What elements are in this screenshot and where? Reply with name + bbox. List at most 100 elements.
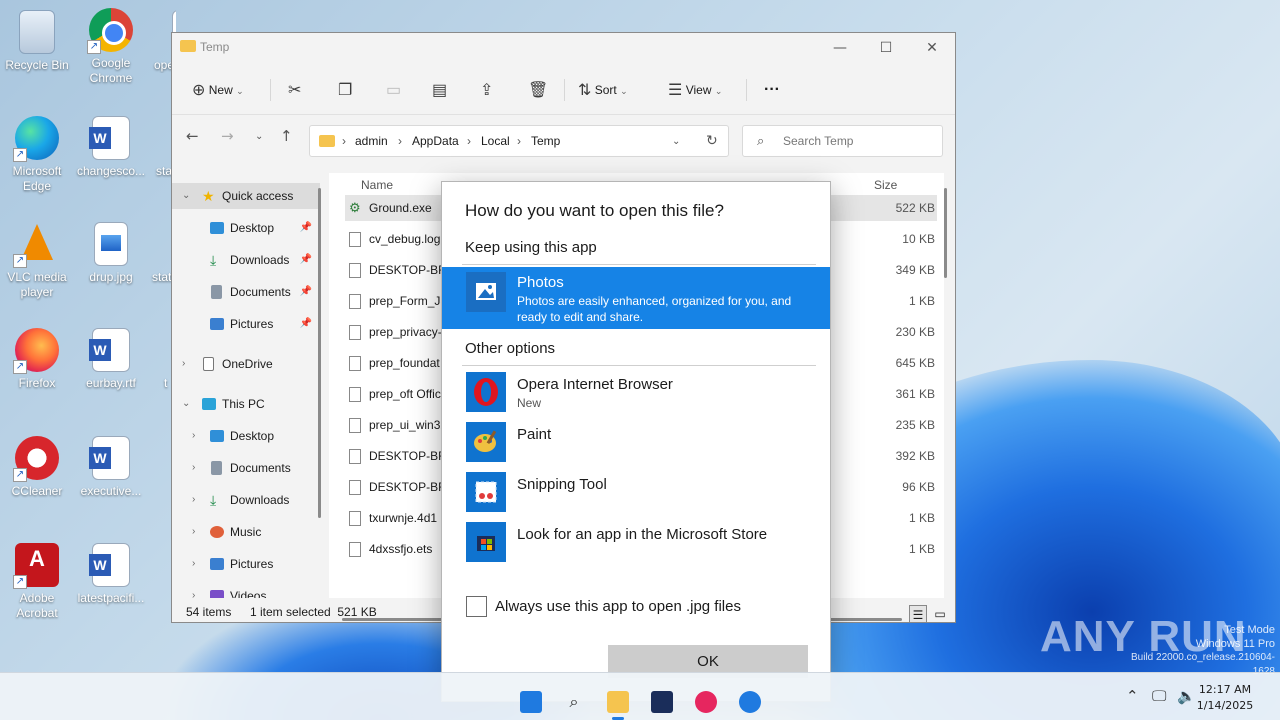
chevron-right-icon: › [192,462,196,473]
column-header-name[interactable]: Name [361,178,393,192]
up-arrow-icon[interactable]: ↑ [280,127,293,145]
desktop-folder-icon [210,430,224,442]
desktop-icon-partial[interactable]: stat [146,270,174,285]
address-bar[interactable]: › admin › AppData › Local › Temp ⌄ ↻ [309,125,729,157]
delete-button[interactable]: 🗑 [528,75,548,105]
navigation-pane: ⌄ ★ Quick access Desktop 📌 ⤓ Downloads 📌… [172,183,320,598]
nav-label: Pictures [230,557,274,571]
nav-item-desktop[interactable]: Desktop 📌 [172,215,320,241]
file-icon [349,387,361,402]
network-icon[interactable]: 🖵 [1152,687,1166,705]
desktop-icon-word-doc-2[interactable]: executive... [74,436,148,499]
breadcrumb-item[interactable]: AppData [412,134,459,148]
search-icon[interactable]: ⌕ [563,691,585,713]
file-icon [349,356,361,371]
app-name: Opera Internet Browser [517,376,673,393]
desktop-icon-vlc[interactable]: ↗ VLC media player [0,222,74,300]
app-option-photos[interactable]: Photos Photos are easily enhanced, organ… [442,267,830,329]
address-dropdown-icon[interactable]: ⌄ [672,136,680,147]
toolbar-divider [270,79,271,101]
search-box[interactable]: ⌕ Search Temp [742,125,943,157]
desktop-icon-edge[interactable]: ↗ Microsoft Edge [0,116,74,194]
chevron-down-icon: ⌄ [236,86,244,96]
close-button[interactable]: ✕ [909,33,955,63]
nav-item-pc-videos[interactable]: › Videos [172,583,320,598]
nav-item-pc-desktop[interactable]: › Desktop [172,423,320,449]
minimize-button[interactable]: — [817,33,863,63]
desktop-icon-word-doc[interactable]: changesco... [74,116,148,179]
watermark-line: Windows 11 Pro [1195,638,1275,650]
recent-locations-chevron-icon[interactable]: ⌄ [255,131,263,142]
cut-button[interactable]: ✂ [288,75,301,105]
details-view-icon[interactable]: ☰ [909,605,927,623]
pin-icon: 📌 [299,222,312,233]
nav-item-onedrive[interactable]: › OneDrive [172,351,320,377]
chevron-up-icon[interactable]: ⌃ [1126,687,1139,705]
sort-button[interactable]: ⇅ Sort ⌄ [578,75,628,105]
title-bar[interactable]: Temp — ☐ ✕ [172,33,955,63]
desktop-icon-label: changesco... [76,164,146,178]
always-use-checkbox[interactable] [466,596,487,617]
clock[interactable]: 12:17 AM 1/14/2025 [1196,682,1254,714]
forward-arrow-icon[interactable]: → [221,127,234,145]
desktop-icon-ccleaner[interactable]: ↗ CCleaner [0,436,74,499]
breadcrumb-item[interactable]: admin [355,134,388,148]
paste-button[interactable]: ▭ [386,75,401,105]
microsoft-store-icon [466,522,506,562]
nav-item-downloads[interactable]: ⤓ Downloads 📌 [172,247,320,273]
new-button[interactable]: ⊕ New ⌄ [192,75,244,105]
app-option-microsoft-store[interactable]: Look for an app in the Microsoft Store [442,518,830,568]
app-option-snipping-tool[interactable]: Snipping Tool [442,468,830,518]
nav-item-this-pc[interactable]: ⌄ This PC [172,391,320,417]
breadcrumb-item[interactable]: Temp [531,134,560,148]
rename-button[interactable]: ▤ [432,75,447,105]
desktop-icon-chrome[interactable]: ↗ Google Chrome [74,8,148,86]
desktop-icon-label: Microsoft Edge [12,164,62,193]
plus-circle-icon: ⊕ [192,81,206,99]
refresh-icon[interactable]: ↻ [706,132,718,149]
back-arrow-icon[interactable]: ← [186,127,199,145]
nav-pane-scrollbar[interactable] [318,188,321,518]
nav-item-pc-music[interactable]: › Music [172,519,320,545]
file-name: cv_debug.log [369,232,441,246]
edge-icon[interactable] [739,691,761,713]
breadcrumb-item[interactable]: Local [481,134,510,148]
nav-item-quick-access[interactable]: ⌄ ★ Quick access [172,183,320,209]
file-list-scrollbar[interactable] [944,188,947,278]
app-subtitle: New [517,396,542,410]
nav-item-documents[interactable]: Documents 📌 [172,279,320,305]
nav-item-pc-pictures[interactable]: › Pictures [172,551,320,577]
microsoft-store-icon[interactable] [651,691,673,713]
desktop-icon-firefox[interactable]: ↗ Firefox [0,328,74,391]
nav-item-pc-downloads[interactable]: › ⤓ Downloads [172,487,320,513]
file-size: 1 KB [908,294,935,308]
view-button[interactable]: ☰ View ⌄ [668,75,722,105]
nav-label: Videos [230,589,267,598]
copy-button[interactable]: ❐ [338,75,352,105]
edge-icon: ↗ [13,116,59,162]
desktop-icon-word-doc-3[interactable]: latestpacifi... [74,543,148,606]
desktop-icon-partial[interactable]: sta [146,164,174,179]
desktop-icon-label: Recycle Bin [5,58,69,72]
nav-item-pictures[interactable]: Pictures 📌 [172,311,320,337]
desktop-icon-rtf-doc[interactable]: eurbay.rtf [74,328,148,391]
desktop-icon-label: CCleaner [11,484,63,498]
app-option-opera[interactable]: Opera Internet Browser New [442,368,830,418]
app-option-paint[interactable]: Paint [442,418,830,468]
desktop-icon-image-file[interactable]: drup.jpg [74,222,148,285]
file-explorer-icon[interactable] [607,691,629,713]
volume-icon[interactable]: 🔈 [1177,687,1196,705]
opera-icon[interactable] [695,691,717,713]
column-header-size[interactable]: Size [874,178,897,192]
share-button[interactable]: ⇪ [480,75,493,105]
nav-item-pc-documents[interactable]: › Documents [172,455,320,481]
sort-button-label: Sort [594,83,617,97]
more-options-button[interactable]: ··· [764,75,780,105]
tiles-view-icon[interactable]: ▭ [931,605,949,623]
desktop-icon-acrobat[interactable]: ↗ Adobe Acrobat [0,543,74,621]
desktop-icon-recycle-bin[interactable]: Recycle Bin [0,10,74,73]
maximize-button[interactable]: ☐ [863,33,909,63]
start-icon[interactable] [520,691,542,713]
trash-icon: 🗑 [528,81,549,99]
desktop-icon-partial[interactable]: t [146,376,174,391]
